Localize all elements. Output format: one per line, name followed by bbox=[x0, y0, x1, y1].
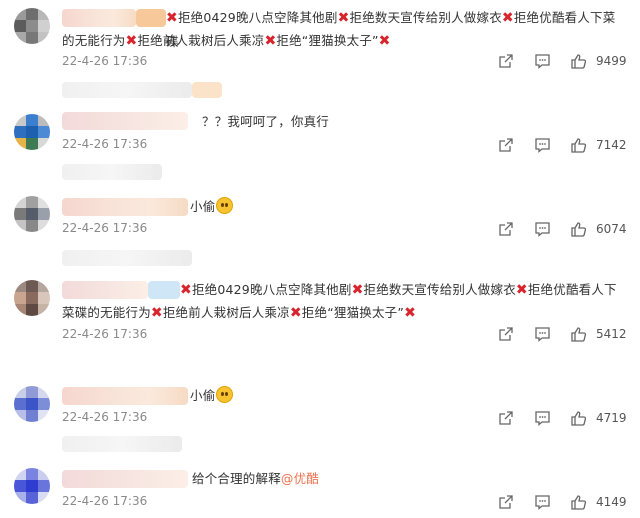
like-count: 7142 bbox=[596, 138, 627, 152]
red-cross-icon: ✖ bbox=[378, 33, 391, 49]
thumbs-up-icon[interactable] bbox=[568, 135, 588, 155]
thumbs-up-icon[interactable] bbox=[568, 492, 588, 512]
username[interactable] bbox=[62, 387, 188, 405]
comment-item: 给个合理的解释@优酷 22-4-26 17:36 4149 bbox=[0, 458, 640, 518]
share-icon[interactable] bbox=[496, 51, 516, 71]
username[interactable] bbox=[62, 198, 188, 216]
comment-text-segment: 拒绝前人栽树后人乘凉 bbox=[137, 33, 265, 48]
red-cross-icon: ✖ bbox=[351, 282, 364, 298]
like-count: 4149 bbox=[596, 495, 627, 509]
red-cross-icon: ✖ bbox=[180, 282, 192, 298]
comment-text-segment: 拒绝0429晚八点空降其他剧 bbox=[177, 10, 338, 25]
comment-text-segment: 拒绝0429晚八点空降其他剧 bbox=[191, 282, 352, 297]
like-count: 4719 bbox=[596, 411, 627, 425]
thumbs-up-icon[interactable] bbox=[568, 324, 588, 344]
comment-actions: 5412 bbox=[480, 324, 627, 344]
comment-icon[interactable] bbox=[532, 324, 552, 344]
red-cross-icon: ✖ bbox=[501, 10, 514, 26]
comment-actions: 7142 bbox=[480, 135, 627, 155]
avatar[interactable] bbox=[14, 196, 50, 232]
avatar[interactable] bbox=[14, 468, 50, 504]
user-badge bbox=[136, 9, 166, 27]
avatar[interactable] bbox=[14, 114, 50, 150]
comment-item: ✖拒绝0429晚八点空降其他剧✖拒绝数天宣传给别人做嫁衣✖拒绝优酷看人下 菜碟的… bbox=[0, 272, 640, 354]
comment-text-segment: 拒绝数天宣传给别人做嫁衣 bbox=[363, 282, 516, 297]
comment-text-segment: 拒绝“狸猫换太子” bbox=[301, 305, 405, 320]
comment-date: 22-4-26 17:36 bbox=[62, 221, 148, 235]
comment-icon[interactable] bbox=[532, 408, 552, 428]
comment-icon[interactable] bbox=[532, 219, 552, 239]
blurred-reply bbox=[62, 164, 162, 180]
smile-emoji-icon bbox=[216, 197, 234, 214]
comment-text: ✖拒绝0429晚八点空降其他剧✖拒绝数天宣传给别人做嫁衣✖拒绝优酷看人下 bbox=[180, 278, 630, 302]
user-badge bbox=[148, 281, 180, 299]
blurred-reply bbox=[62, 82, 192, 98]
username[interactable] bbox=[62, 470, 188, 488]
comment-text-segment: 拒绝“狸猫换太子” bbox=[276, 33, 379, 48]
red-cross-icon: ✖ bbox=[150, 305, 163, 321]
smile-emoji-icon bbox=[216, 386, 234, 403]
comment-icon[interactable] bbox=[532, 135, 552, 155]
red-cross-icon: ✖ bbox=[264, 33, 277, 49]
comment-text: 小偷 bbox=[190, 195, 234, 218]
comment-icon[interactable] bbox=[532, 51, 552, 71]
avatar[interactable] bbox=[14, 8, 50, 44]
comment-text-line2: 菜碟的无能行为✖拒绝前人栽树后人乘凉✖拒绝“狸猫换太子”✖ bbox=[62, 301, 622, 325]
share-icon[interactable] bbox=[496, 492, 516, 512]
comment-text: ？？我呵呵了，你真行 bbox=[202, 114, 330, 129]
blurred-reply bbox=[62, 436, 182, 452]
share-icon[interactable] bbox=[496, 219, 516, 239]
comment-text-line2: 的无能行为✖拒绝前人栽树后人乘凉✖拒绝“狸猫换太子”✖ bbox=[62, 29, 622, 53]
share-icon[interactable] bbox=[496, 408, 516, 428]
blurred-reply-accent bbox=[192, 82, 222, 98]
comment-date: 22-4-26 17:36 bbox=[62, 494, 148, 508]
comment-date: 22-4-26 17:36 bbox=[62, 410, 148, 424]
comment-date: 22-4-26 17:36 bbox=[62, 327, 148, 341]
thumbs-up-icon[interactable] bbox=[568, 219, 588, 239]
comment-actions: 9499 bbox=[480, 51, 627, 71]
thumbs-up-icon[interactable] bbox=[568, 408, 588, 428]
comment-item: ✖拒绝0429晚八点空降其他剧✖拒绝数天宣传给别人做嫁衣✖拒绝优酷看人下菜碟 的… bbox=[0, 0, 640, 80]
comment-item: 小偷 22-4-26 17:36 4719 bbox=[0, 378, 640, 440]
comment-text-segment: 拒绝前人栽树后人乘凉 bbox=[162, 305, 290, 320]
comment-text: 小偷 bbox=[190, 384, 234, 407]
comment-text: 给个合理的解释@优酷 bbox=[192, 471, 320, 486]
username[interactable] bbox=[62, 9, 136, 27]
blurred-reply bbox=[62, 250, 192, 266]
red-cross-icon: ✖ bbox=[166, 10, 178, 26]
red-cross-icon: ✖ bbox=[289, 305, 302, 321]
like-count: 6074 bbox=[596, 222, 627, 236]
comment-actions: 4149 bbox=[480, 492, 627, 512]
share-icon[interactable] bbox=[496, 135, 516, 155]
comment-icon[interactable] bbox=[532, 492, 552, 512]
username[interactable] bbox=[62, 112, 188, 130]
comment-date: 22-4-26 17:36 bbox=[62, 54, 148, 68]
comment-item: ？？我呵呵了，你真行 22-4-26 17:36 7142 bbox=[0, 100, 640, 166]
comment-item: 小偷 22-4-26 17:36 6074 bbox=[0, 186, 640, 256]
red-cross-icon: ✖ bbox=[125, 33, 138, 49]
comment-text-segment: 菜碟的无能行为 bbox=[62, 305, 151, 320]
username[interactable] bbox=[62, 281, 148, 299]
red-cross-icon: ✖ bbox=[404, 305, 416, 321]
comment-text-segment: 拒绝数天宣传给别人做嫁衣 bbox=[349, 10, 502, 25]
like-count: 5412 bbox=[596, 327, 627, 341]
comment-date: 22-4-26 17:36 bbox=[62, 137, 148, 151]
like-count: 9499 bbox=[596, 54, 627, 68]
red-cross-icon: ✖ bbox=[515, 282, 528, 298]
share-icon[interactable] bbox=[496, 324, 516, 344]
thumbs-up-icon[interactable] bbox=[568, 51, 588, 71]
mention-link[interactable]: @优酷 bbox=[281, 471, 319, 486]
avatar[interactable] bbox=[14, 386, 50, 422]
comment-actions: 4719 bbox=[480, 408, 627, 428]
comment-text-segment: 拒绝优酷看人下 bbox=[527, 282, 617, 297]
red-cross-icon: ✖ bbox=[337, 10, 350, 26]
comment-actions: 6074 bbox=[480, 219, 627, 239]
comment-text-segment: 的无能行为 bbox=[62, 33, 126, 48]
avatar[interactable] bbox=[14, 280, 50, 316]
